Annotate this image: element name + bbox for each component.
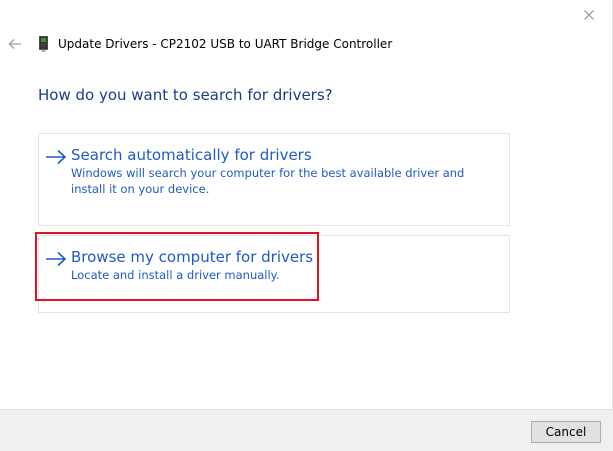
arrow-right-icon (46, 149, 67, 165)
update-drivers-dialog: Update Drivers - CP2102 USB to UART Brid… (0, 0, 613, 451)
back-button[interactable] (6, 36, 24, 52)
usb-device-icon (39, 36, 48, 52)
close-button[interactable] (566, 0, 612, 30)
cancel-button[interactable]: Cancel (531, 421, 601, 443)
search-automatically-option[interactable]: Search automatically for drivers Windows… (38, 133, 510, 226)
page-heading: How do you want to search for drivers? (38, 86, 333, 104)
back-arrow-icon (8, 39, 21, 49)
option-description: Windows will search your computer for th… (71, 166, 465, 196)
close-icon (584, 10, 594, 20)
option-description: Locate and install a driver manually. (71, 268, 280, 282)
browse-computer-option[interactable]: Browse my computer for drivers Locate an… (38, 235, 510, 313)
arrow-right-icon (46, 251, 67, 267)
dialog-title: Update Drivers - CP2102 USB to UART Brid… (58, 37, 393, 51)
dialog-footer: Cancel (0, 409, 613, 451)
dialog-header: Update Drivers - CP2102 USB to UART Brid… (0, 32, 560, 56)
option-title: Search automatically for drivers (71, 146, 312, 164)
option-title: Browse my computer for drivers (71, 248, 314, 266)
